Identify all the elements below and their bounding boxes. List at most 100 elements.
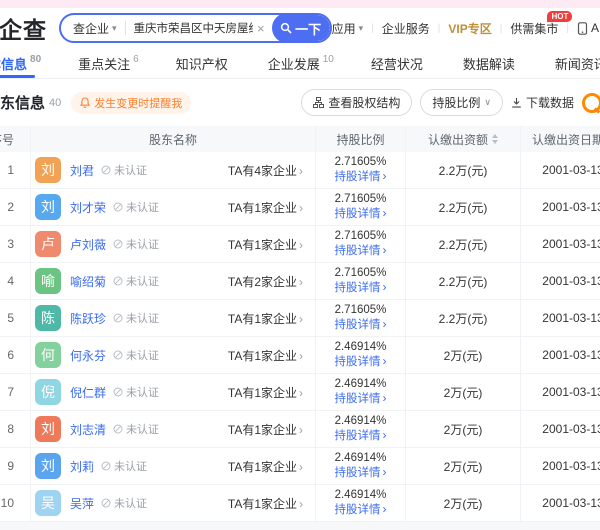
related-companies-link[interactable]: TA有1家企业› <box>228 495 303 512</box>
shareholder-cell: 陈 陈跃珍 未认证 TA有1家企业› <box>30 300 315 336</box>
shareholders-table: 序号 股东名称 持股比例 认缴出资额 认缴出资日期 1 刘 刘君 未认证 TA <box>0 126 600 530</box>
header-amount-sortable[interactable]: 认缴出资额 <box>405 126 520 152</box>
clear-icon[interactable]: × <box>257 21 265 36</box>
holding-detail-link[interactable]: 持股详情› <box>335 244 387 258</box>
sort-icon[interactable] <box>492 134 498 144</box>
unverified-badge: 未认证 <box>113 310 159 326</box>
holding-ratio-value: 2.71605% <box>335 230 387 243</box>
search-category-label: 查企业 <box>73 20 109 37</box>
table-row: 2 刘 刘才荣 未认证 TA有1家企业› 2.71605% 持股详情› 2.2万… <box>0 189 600 226</box>
tab-data-insight[interactable]: 数据解读 <box>463 48 518 78</box>
tab-basic-info[interactable]: 基本信息80 <box>0 48 41 78</box>
change-reminder-button[interactable]: 发生变更时提醒我 <box>71 92 191 114</box>
related-companies-link[interactable]: TA有1家企业› <box>228 421 303 438</box>
shareholder-cell: 倪 倪仁群 未认证 TA有1家企业› <box>30 374 315 410</box>
related-companies-link[interactable]: TA有1家企业› <box>228 199 303 216</box>
search-category-dropdown[interactable]: 查企业 ▾ <box>73 20 117 37</box>
holding-detail-link[interactable]: 持股详情› <box>335 318 387 332</box>
holding-detail-link[interactable]: 持股详情› <box>335 466 387 480</box>
download-data-button[interactable]: 下载数据 <box>511 94 574 111</box>
holding-detail-link[interactable]: 持股详情› <box>335 207 387 221</box>
next-section-strip <box>0 522 600 530</box>
chevron-right-icon: › <box>383 502 387 516</box>
nav-supply-market[interactable]: 供需集市 HOT <box>510 20 558 37</box>
tab-operating-status[interactable]: 经营状况 <box>371 48 426 78</box>
table-body: 1 刘 刘君 未认证 TA有4家企业› 2.71605% 持股详情› 2.2万(… <box>0 152 600 522</box>
nav-vip-zone[interactable]: VIP专区 <box>448 20 491 37</box>
aiqicha-watermark-logo: 爱企查 <box>582 93 600 113</box>
shareholder-section-bar: 股东信息 40 发生变更时提醒我 查看股权结构 持股比例 ∨ 下载数据 爱企查 <box>0 79 600 122</box>
table-row: 9 刘 刘莉 未认证 TA有1家企业› 2.46914% 持股详情› 2万(元)… <box>0 448 600 485</box>
shareholder-name-link[interactable]: 刘君 <box>70 162 94 179</box>
section-actions: 查看股权结构 持股比例 ∨ 下载数据 爱企查 <box>301 89 600 116</box>
shareholder-cell: 喻 喻绍菊 未认证 TA有2家企业› <box>30 263 315 299</box>
avatar: 喻 <box>35 268 61 294</box>
shareholder-name-link[interactable]: 刘志清 <box>70 421 106 438</box>
site-header: 爱企查 查企业 ▾ 重庆市荣昌区中天房屋经纪有限公司 × 一下 应用▾ | 企业… <box>0 8 600 48</box>
chevron-right-icon: › <box>383 428 387 442</box>
chevron-down-icon: ▾ <box>359 23 364 34</box>
view-equity-structure-button[interactable]: 查看股权结构 <box>301 89 412 116</box>
site-logo[interactable]: 爱企查 <box>0 11 47 45</box>
unverified-badge: 未认证 <box>113 199 159 215</box>
holding-ratio-filter[interactable]: 持股比例 ∨ <box>420 89 503 116</box>
header-date-sortable[interactable]: 认缴出资日期 <box>520 126 600 152</box>
ratio-cell: 2.46914% 持股详情› <box>315 337 405 373</box>
nav-enterprise-services[interactable]: 企业服务 <box>382 20 430 37</box>
shareholder-name-link[interactable]: 吴萍 <box>70 495 94 512</box>
tab-key-focus[interactable]: 重点关注6 <box>78 48 139 78</box>
chevron-right-icon: › <box>299 423 303 437</box>
tab-company-development[interactable]: 企业发展10 <box>268 48 334 78</box>
table-header-row: 序号 股东名称 持股比例 认缴出资额 认缴出资日期 <box>0 126 600 152</box>
holding-detail-link[interactable]: 持股详情› <box>335 503 387 517</box>
nav-app-download[interactable]: APP <box>577 21 600 35</box>
holding-detail-link[interactable]: 持股详情› <box>335 392 387 406</box>
shareholder-name-link[interactable]: 卢刘薇 <box>70 236 106 253</box>
holding-ratio-value: 2.46914% <box>335 489 387 502</box>
shareholder-name-link[interactable]: 刘莉 <box>70 458 94 475</box>
tab-intellectual-property[interactable]: 知识产权 <box>176 48 231 78</box>
chevron-right-icon: › <box>383 280 387 294</box>
shareholder-cell: 刘 刘才荣 未认证 TA有1家企业› <box>30 189 315 225</box>
chevron-right-icon: › <box>383 391 387 405</box>
search-bar[interactable]: 查企业 ▾ 重庆市荣昌区中天房屋经纪有限公司 × 一下 <box>59 13 332 43</box>
subscribed-date: 2001-03-13 <box>520 189 600 225</box>
promo-banner-sliver <box>0 0 600 8</box>
subscribed-date: 2001-03-13 <box>520 300 600 336</box>
subscribed-date: 2001-03-13 <box>520 226 600 262</box>
shareholder-name-link[interactable]: 陈跃珍 <box>70 310 106 327</box>
related-companies-link[interactable]: TA有1家企业› <box>228 458 303 475</box>
no-verify-icon <box>101 498 111 508</box>
holding-detail-link[interactable]: 持股详情› <box>335 355 387 369</box>
no-verify-icon <box>113 350 123 360</box>
subscribed-amount: 2.2万(元) <box>405 300 520 336</box>
related-companies-link[interactable]: TA有1家企业› <box>228 236 303 253</box>
no-verify-icon <box>101 165 111 175</box>
shareholder-name-link[interactable]: 喻绍菊 <box>70 273 106 290</box>
no-verify-icon <box>113 276 123 286</box>
related-companies-link[interactable]: TA有1家企业› <box>228 310 303 327</box>
related-companies-link[interactable]: TA有4家企业› <box>228 162 303 179</box>
unverified-badge: 未认证 <box>113 421 159 437</box>
row-index: 9 <box>0 448 30 484</box>
search-button[interactable]: 一下 <box>272 13 330 43</box>
related-companies-link[interactable]: TA有1家企业› <box>228 384 303 401</box>
section-title: 股东信息 <box>0 92 45 113</box>
shareholder-name-link[interactable]: 刘才荣 <box>70 199 106 216</box>
related-companies-link[interactable]: TA有1家企业› <box>228 347 303 364</box>
holding-detail-link[interactable]: 持股详情› <box>335 281 387 295</box>
related-companies-link[interactable]: TA有2家企业› <box>228 273 303 290</box>
header-ratio: 持股比例 <box>315 126 405 152</box>
search-input[interactable]: 重庆市荣昌区中天房屋经纪有限公司 <box>134 20 253 36</box>
nav-apps[interactable]: 应用▾ <box>332 20 364 37</box>
holding-detail-link[interactable]: 持股详情› <box>335 170 387 184</box>
section-count: 40 <box>49 97 61 109</box>
holding-detail-link[interactable]: 持股详情› <box>335 429 387 443</box>
tab-news[interactable]: 新闻资讯 <box>555 48 600 78</box>
row-index: 7 <box>0 374 30 410</box>
shareholder-name-link[interactable]: 倪仁群 <box>70 384 106 401</box>
shareholder-cell: 刘 刘莉 未认证 TA有1家企业› <box>30 448 315 484</box>
holding-ratio-value: 2.46914% <box>335 452 387 465</box>
holding-ratio-value: 2.46914% <box>335 341 387 354</box>
shareholder-name-link[interactable]: 何永芬 <box>70 347 106 364</box>
